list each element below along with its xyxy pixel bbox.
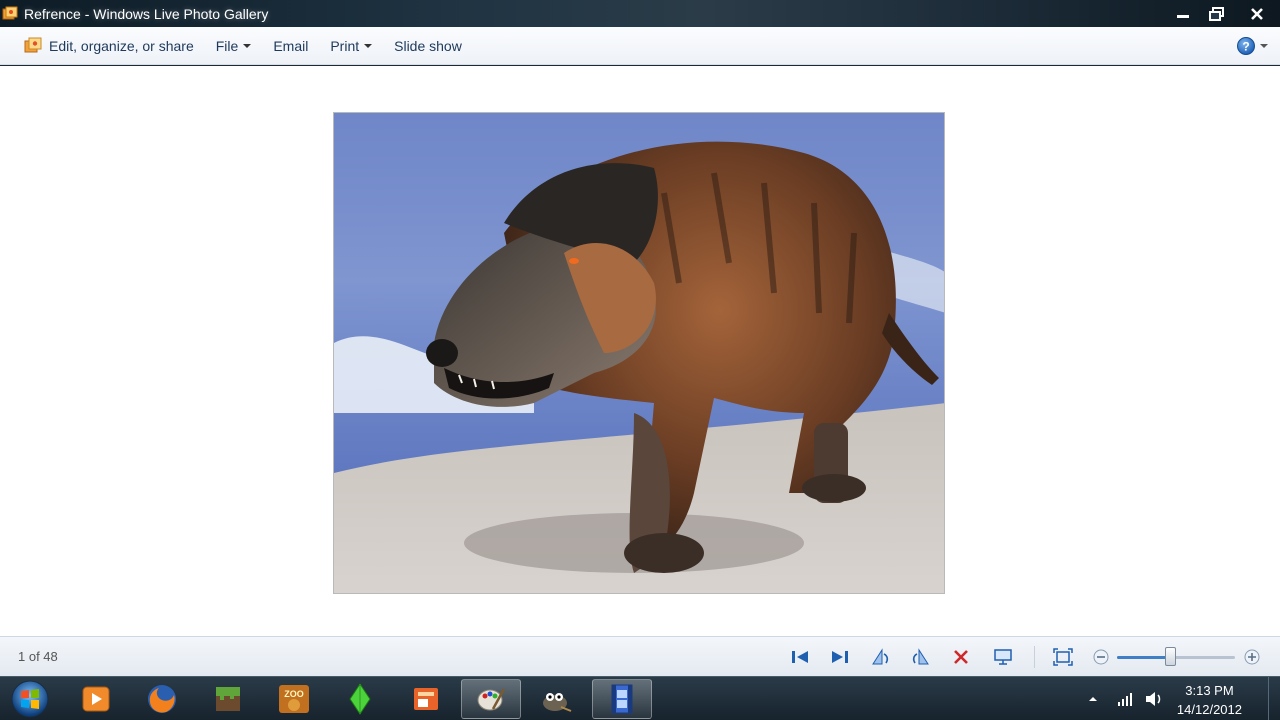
- start-button[interactable]: [8, 679, 52, 719]
- clock-date: 14/12/2012: [1176, 702, 1242, 717]
- taskbar-sims[interactable]: [330, 679, 390, 719]
- window-title: Refrence - Windows Live Photo Gallery: [24, 5, 269, 22]
- paint-icon: [477, 688, 506, 711]
- sims-icon: [349, 683, 371, 715]
- network-tray-button[interactable]: [1116, 677, 1134, 720]
- minimize-button[interactable]: [1166, 0, 1200, 27]
- print-menu-label: Print: [330, 37, 360, 54]
- svg-text:?: ?: [1242, 40, 1249, 54]
- zoom-out-icon: [1093, 649, 1109, 665]
- zoo-tycoon-icon: ZOO: [279, 685, 309, 713]
- taskbar-media-player[interactable]: [66, 679, 126, 719]
- show-hidden-icons-button[interactable]: [1086, 677, 1100, 720]
- photo-counter: 1 of 48: [18, 649, 58, 664]
- taskbar-gimp[interactable]: [526, 679, 586, 719]
- minecraft-icon: [216, 687, 240, 711]
- delete-icon: [954, 650, 968, 664]
- taskbar-paint[interactable]: [461, 679, 521, 719]
- previous-button[interactable]: [789, 647, 811, 667]
- zoom-slider-fill: [1117, 656, 1170, 659]
- restore-icon: [1209, 6, 1224, 21]
- taskbar-zoo-tycoon[interactable]: ZOO: [264, 679, 324, 719]
- taskbar-office[interactable]: [396, 679, 456, 719]
- fit-window-icon: [1053, 648, 1073, 666]
- help-icon: ?: [1237, 37, 1255, 55]
- rotate-left-button[interactable]: [869, 647, 891, 667]
- chevron-down-icon: [364, 43, 373, 48]
- photo-viewer: [0, 66, 1280, 636]
- photo-image: [334, 113, 944, 593]
- file-menu-label: File: [215, 37, 239, 54]
- photo-gallery-icon: [2, 6, 18, 19]
- separator: [1034, 646, 1035, 668]
- svg-text:ZOO: ZOO: [284, 689, 304, 699]
- rotate-right-icon: [912, 648, 929, 665]
- previous-icon: [792, 651, 808, 663]
- zoom-in-icon: [1244, 649, 1260, 665]
- network-signal-icon: [1118, 693, 1132, 706]
- zoom-slider-track[interactable]: [1117, 656, 1235, 659]
- zoom-out-button[interactable]: [1090, 647, 1112, 667]
- chevron-down-icon: [243, 43, 252, 48]
- navigation-bar: 1 of 48: [0, 636, 1280, 676]
- taskbar: ZOO 3:13 PM 14/12/2012: [0, 676, 1280, 720]
- slideshow-icon: [994, 649, 1012, 665]
- edit-organize-share-button[interactable]: Edit, organize, or share: [0, 27, 205, 65]
- photo-gallery-icon: [24, 37, 42, 52]
- chevron-up-icon: [1089, 697, 1097, 701]
- fit-to-window-button[interactable]: [1052, 647, 1074, 667]
- close-icon: [1251, 7, 1263, 20]
- volume-tray-button[interactable]: [1144, 677, 1164, 720]
- command-bar: Edit, organize, or share File Email Prin…: [0, 27, 1280, 65]
- rotate-right-button[interactable]: [910, 647, 932, 667]
- taskbar-minecraft[interactable]: [198, 679, 258, 719]
- next-icon: [832, 651, 848, 663]
- title-bar: Refrence - Windows Live Photo Gallery: [0, 0, 1280, 27]
- help-button[interactable]: ?: [1236, 36, 1268, 56]
- media-player-icon: [82, 686, 110, 712]
- zoom-in-button[interactable]: [1241, 647, 1263, 667]
- print-menu[interactable]: Print: [319, 27, 383, 65]
- clock-time: 3:13 PM: [1185, 683, 1234, 698]
- clock[interactable]: 3:13 PM 14/12/2012: [1177, 681, 1242, 719]
- restore-button[interactable]: [1200, 0, 1234, 27]
- email-label: Email: [273, 37, 309, 54]
- chevron-down-icon: [1260, 44, 1268, 48]
- volume-icon: [1146, 692, 1161, 706]
- edit-organize-share-label: Edit, organize, or share: [49, 37, 194, 54]
- photo[interactable]: [333, 112, 945, 594]
- firefox-icon: [148, 685, 176, 713]
- gimp-icon: [543, 693, 572, 712]
- slideshow-button[interactable]: [992, 647, 1014, 667]
- show-desktop-button[interactable]: [1268, 677, 1280, 720]
- file-menu[interactable]: File: [205, 27, 263, 65]
- next-button[interactable]: [829, 647, 851, 667]
- windows-start-icon: [11, 680, 49, 718]
- slide-show-label: Slide show: [394, 37, 462, 54]
- rotate-left-icon: [872, 648, 889, 665]
- movie-maker-icon: [611, 684, 633, 714]
- taskbar-movie-maker[interactable]: [592, 679, 652, 719]
- taskbar-firefox[interactable]: [132, 679, 192, 719]
- slide-show-button[interactable]: Slide show: [383, 27, 473, 65]
- zoom-slider-thumb[interactable]: [1165, 647, 1176, 666]
- minimize-icon: [1177, 14, 1189, 18]
- delete-button[interactable]: [950, 647, 972, 667]
- office-icon: [414, 688, 438, 710]
- close-button[interactable]: [1234, 0, 1280, 27]
- email-button[interactable]: Email: [262, 27, 319, 65]
